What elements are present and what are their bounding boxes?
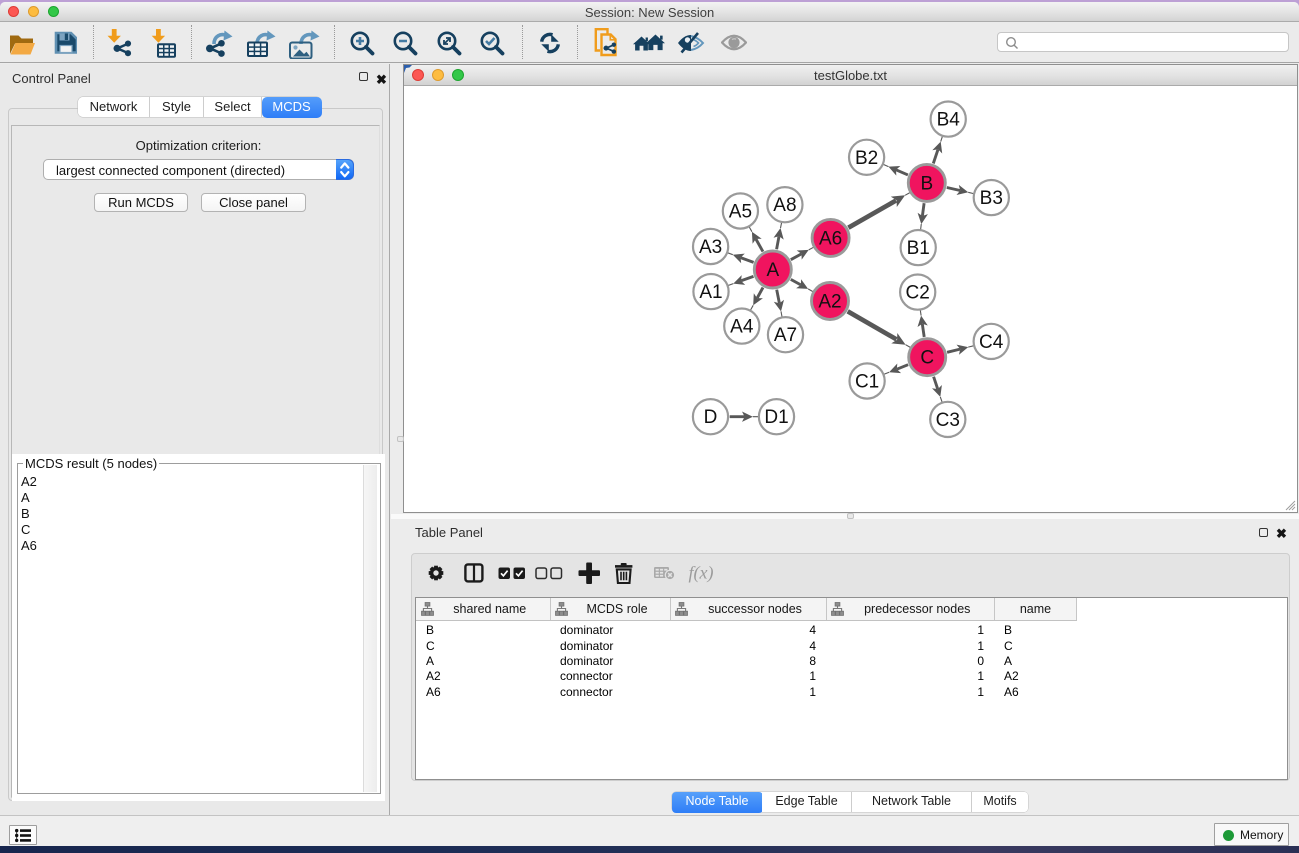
svg-text:A: A	[766, 260, 779, 281]
svg-text:A6: A6	[819, 228, 842, 249]
svg-text:B: B	[920, 173, 933, 194]
svg-text:A5: A5	[729, 202, 752, 223]
svg-text:C4: C4	[979, 332, 1004, 353]
svg-text:D1: D1	[764, 407, 788, 428]
svg-text:B4: B4	[937, 110, 961, 131]
svg-text:A3: A3	[699, 237, 722, 258]
svg-text:B3: B3	[980, 188, 1003, 209]
svg-text:f(x): f(x)	[689, 563, 714, 584]
svg-text:A2: A2	[818, 292, 841, 313]
svg-text:C1: C1	[855, 372, 879, 393]
svg-text:A4: A4	[730, 317, 754, 338]
svg-text:C3: C3	[936, 410, 960, 431]
svg-text:A8: A8	[773, 195, 796, 216]
svg-text:A7: A7	[774, 325, 797, 346]
svg-text:D: D	[704, 407, 718, 428]
svg-text:B1: B1	[907, 238, 930, 259]
svg-text:C: C	[920, 348, 934, 369]
svg-text:C2: C2	[906, 283, 930, 304]
svg-text:B2: B2	[855, 148, 878, 169]
svg-text:A1: A1	[699, 282, 722, 303]
